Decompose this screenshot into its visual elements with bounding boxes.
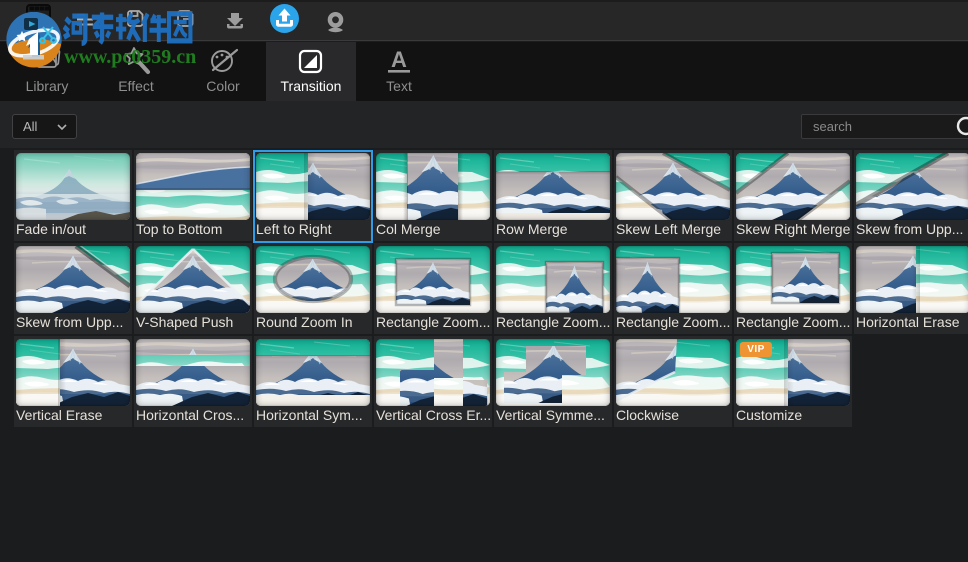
- svg-text:A: A: [391, 47, 407, 72]
